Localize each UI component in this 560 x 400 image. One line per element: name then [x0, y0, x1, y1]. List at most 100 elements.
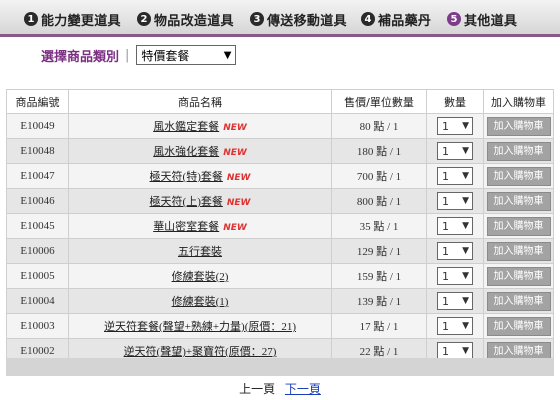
quantity-select[interactable]: 1 ▼ — [437, 217, 473, 235]
quantity-value: 1 — [442, 119, 449, 133]
tab-number-badge: 1 — [24, 12, 38, 26]
filter-separator: | — [125, 47, 130, 63]
tab-number-badge: 5 — [447, 12, 461, 26]
col-header-price: 售價/單位數量 — [331, 89, 427, 114]
product-id: E10046 — [6, 188, 69, 214]
product-price: 129 點 / 1 — [331, 238, 427, 264]
product-id: E10048 — [6, 138, 69, 164]
tab-label: 其他道具 — [464, 13, 518, 29]
product-id: E10045 — [6, 213, 69, 239]
quantity-value: 1 — [442, 344, 449, 358]
quantity-value: 1 — [442, 219, 449, 233]
tab-modify-items[interactable]: 2 物品改造道具 — [137, 9, 234, 29]
product-id: E10049 — [6, 113, 69, 139]
quantity-select[interactable]: 1 ▼ — [437, 267, 473, 285]
product-name-link[interactable]: 風水強化套餐 — [153, 146, 219, 158]
quantity-select[interactable]: 1 ▼ — [437, 292, 473, 310]
product-price: 80 點 / 1 — [331, 113, 427, 139]
product-name-link[interactable]: 修練套裝(2) — [172, 271, 229, 283]
new-badge: NEW — [226, 173, 251, 183]
chevron-down-icon: ▼ — [462, 296, 469, 306]
chevron-down-icon: ▼ — [462, 246, 469, 256]
chevron-down-icon: ▼ — [462, 196, 469, 206]
product-price: 159 點 / 1 — [331, 263, 427, 289]
product-id: E10047 — [6, 163, 69, 189]
add-to-cart-button[interactable]: 加入購物車 — [486, 241, 551, 261]
col-header-id: 商品編號 — [6, 89, 69, 114]
col-header-qty: 數量 — [426, 89, 484, 114]
tab-ability-items[interactable]: 1 能力變更道具 — [24, 9, 121, 29]
tab-number-badge: 2 — [137, 12, 151, 26]
chevron-down-icon: ▼ — [462, 346, 469, 356]
product-name-link[interactable]: 逆天符套餐(聲望+熟練+力量)(原價：21) — [104, 321, 296, 333]
category-select-value: 特價套餐 — [141, 48, 190, 63]
table-row: E10046 極天符(上)套餐 NEW 800 點 / 1 1 ▼ 加入購物車 — [6, 188, 554, 214]
add-to-cart-button[interactable]: 加入購物車 — [486, 216, 551, 236]
product-price: 800 點 / 1 — [331, 188, 427, 214]
add-to-cart-button[interactable]: 加入購物車 — [486, 291, 551, 311]
new-badge: NEW — [223, 148, 247, 158]
quantity-select[interactable]: 1 ▼ — [437, 192, 473, 210]
product-name-link[interactable]: 逆天符(聲望)+聚寶符(原價：27) — [124, 346, 277, 358]
new-badge: NEW — [223, 223, 247, 233]
quantity-select[interactable]: 1 ▼ — [437, 117, 473, 135]
quantity-select[interactable]: 1 ▼ — [437, 317, 473, 335]
category-filter-label: 選擇商品類別 — [41, 49, 120, 65]
tab-label: 補品藥丹 — [378, 13, 432, 29]
table-row: E10047 極天符(特)套餐 NEW 700 點 / 1 1 ▼ 加入購物車 — [6, 163, 554, 189]
add-to-cart-button[interactable]: 加入購物車 — [486, 116, 551, 136]
product-name-link[interactable]: 華山密室套餐 — [153, 221, 219, 233]
pagination: 上一頁 下一頁 — [0, 380, 560, 397]
table-row: E10006 五行套裝 129 點 / 1 1 ▼ 加入購物車 — [6, 238, 554, 264]
quantity-select[interactable]: 1 ▼ — [437, 242, 473, 260]
quantity-value: 1 — [442, 169, 449, 183]
add-to-cart-button[interactable]: 加入購物車 — [486, 166, 551, 186]
product-name-link[interactable]: 修練套裝(1) — [172, 296, 229, 308]
tab-number-badge: 3 — [250, 12, 264, 26]
quantity-value: 1 — [442, 144, 449, 158]
quantity-value: 1 — [442, 294, 449, 308]
product-name-link[interactable]: 極天符(上)套餐 — [150, 196, 223, 208]
category-select[interactable]: 特價套餐 ▼ — [136, 45, 237, 65]
next-page-link[interactable]: 下一頁 — [285, 382, 321, 396]
quantity-value: 1 — [442, 194, 449, 208]
product-name-link[interactable]: 五行套裝 — [178, 246, 222, 258]
product-name-link[interactable]: 風水鑑定套餐 — [153, 121, 219, 133]
chevron-down-icon: ▼ — [462, 321, 469, 331]
tab-medicine-items[interactable]: 4 補品藥丹 — [361, 9, 431, 29]
tab-number-badge: 4 — [361, 12, 375, 26]
tab-other-items[interactable]: 5 其他道具 — [447, 9, 517, 29]
chevron-down-icon: ▼ — [462, 171, 469, 181]
chevron-down-icon: ▼ — [223, 50, 232, 61]
category-filter: 選擇商品類別 | 特價套餐 ▼ — [41, 44, 237, 66]
new-badge: NEW — [223, 123, 247, 133]
table-header-row: 商品編號 商品名稱 售價/單位數量 數量 加入購物車 — [6, 89, 554, 114]
product-id: E10005 — [6, 263, 69, 289]
table-footer-bar — [6, 358, 554, 376]
product-id: E10006 — [6, 238, 69, 264]
quantity-value: 1 — [442, 244, 449, 258]
product-name-link[interactable]: 極天符(特)套餐 — [150, 171, 223, 183]
add-to-cart-button[interactable]: 加入購物車 — [486, 141, 551, 161]
add-to-cart-button[interactable]: 加入購物車 — [486, 191, 551, 211]
quantity-select[interactable]: 1 ▼ — [437, 167, 473, 185]
product-price: 17 點 / 1 — [331, 313, 427, 339]
col-header-name: 商品名稱 — [68, 89, 332, 114]
tab-teleport-items[interactable]: 3 傳送移動道具 — [250, 9, 347, 29]
product-price: 35 點 / 1 — [331, 213, 427, 239]
quantity-select[interactable]: 1 ▼ — [437, 142, 473, 160]
product-id: E10003 — [6, 313, 69, 339]
product-price: 700 點 / 1 — [331, 163, 427, 189]
product-price: 180 點 / 1 — [331, 138, 427, 164]
new-badge: NEW — [226, 198, 251, 208]
table-row: E10005 修練套裝(2) 159 點 / 1 1 ▼ 加入購物車 — [6, 263, 554, 289]
quantity-value: 1 — [442, 319, 449, 333]
col-header-cart: 加入購物車 — [483, 89, 554, 114]
tab-label: 傳送移動道具 — [267, 13, 347, 29]
table-row: E10045 華山密室套餐 NEW 35 點 / 1 1 ▼ 加入購物車 — [6, 213, 554, 239]
add-to-cart-button[interactable]: 加入購物車 — [486, 316, 551, 336]
add-to-cart-button[interactable]: 加入購物車 — [486, 266, 551, 286]
chevron-down-icon: ▼ — [462, 146, 469, 156]
table-row: E10048 風水強化套餐 NEW 180 點 / 1 1 ▼ 加入購物車 — [6, 138, 554, 164]
tab-label: 能力變更道具 — [41, 13, 121, 29]
